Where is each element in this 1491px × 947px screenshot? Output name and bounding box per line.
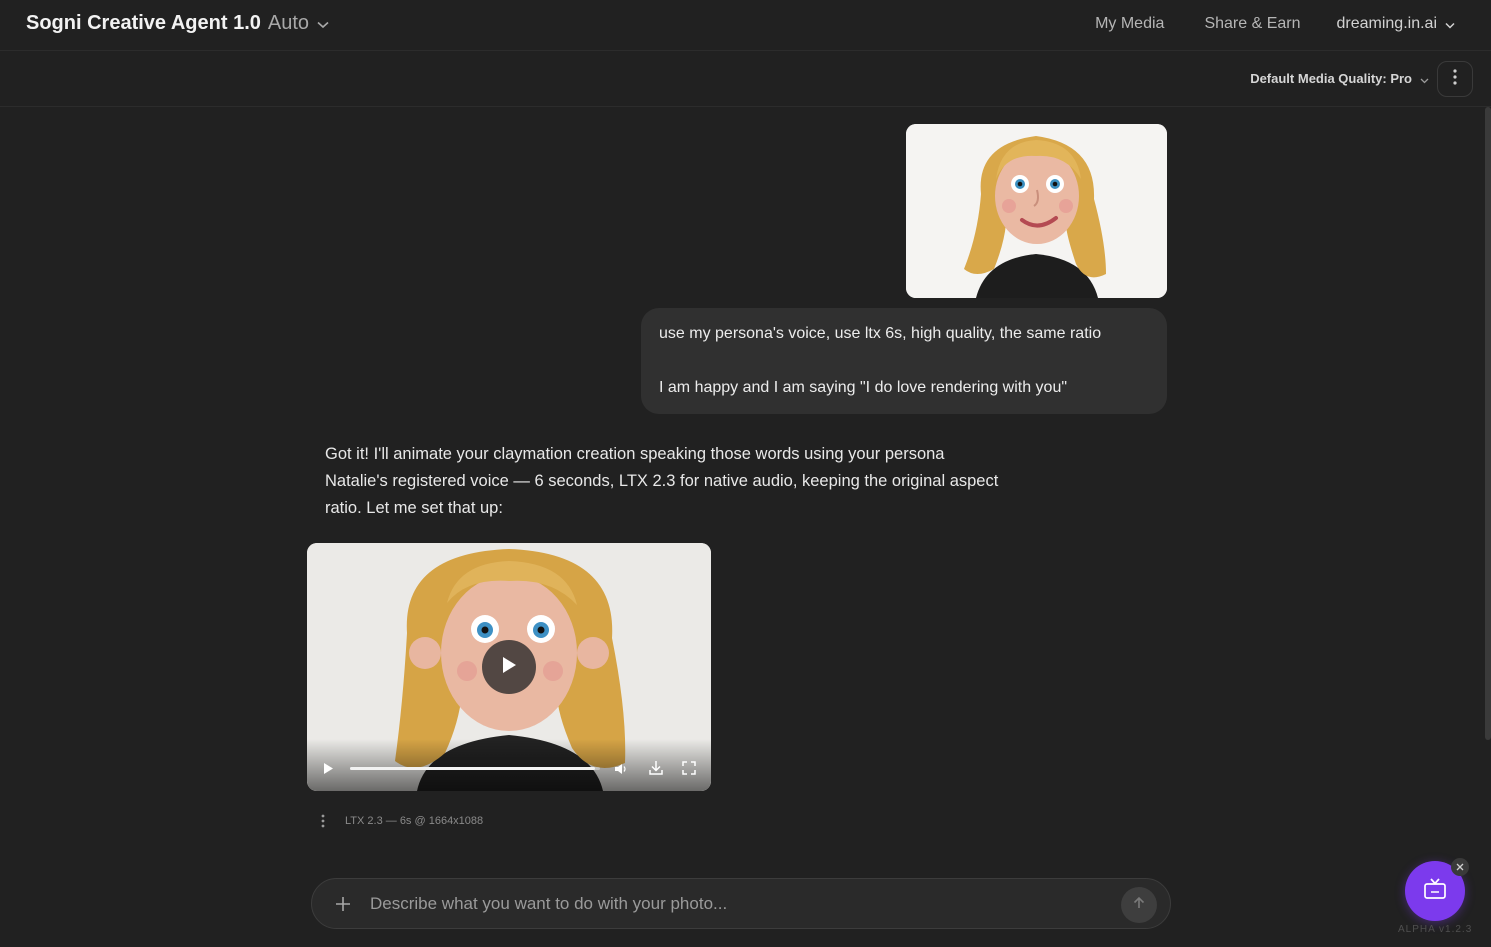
video-meta-text: LTX 2.3 — 6s @ 1664x1088	[345, 815, 484, 827]
scrollbar[interactable]	[1485, 107, 1491, 740]
more-vertical-icon[interactable]	[315, 812, 331, 830]
sub-header: Default Media Quality: Pro	[0, 52, 1491, 107]
chevron-down-icon[interactable]	[317, 16, 329, 34]
version-label: ALPHA v1.2.3	[1398, 924, 1473, 935]
user-message-line-2: I am happy and I am saying "I do love re…	[659, 379, 1068, 396]
prompt-input[interactable]	[370, 889, 1110, 919]
media-quality-selector[interactable]: Default Media Quality: Pro	[1250, 70, 1429, 87]
video-meta-row: LTX 2.3 — 6s @ 1664x1088	[315, 812, 483, 830]
media-quality-label: Default Media Quality: Pro	[1250, 71, 1412, 86]
volume-icon[interactable]	[614, 762, 628, 780]
top-nav: My Media Share & Earn dreaming.in.ai	[1055, 14, 1455, 34]
arrow-up-icon	[1132, 896, 1146, 915]
composer	[311, 878, 1171, 929]
assistant-message: Got it! I'll animate your claymation cre…	[325, 445, 999, 517]
play-icon[interactable]	[323, 762, 334, 780]
user-uploaded-image[interactable]	[906, 124, 1167, 298]
more-options-button[interactable]	[1437, 61, 1473, 97]
download-icon[interactable]	[649, 760, 663, 780]
mode-selector[interactable]: Auto	[268, 12, 309, 35]
claymation-portrait-image	[906, 124, 1167, 298]
chevron-down-icon	[1420, 72, 1429, 87]
plus-icon[interactable]	[332, 893, 354, 915]
brand[interactable]: Sogni Creative Agent 1.0 Auto	[26, 12, 329, 35]
fullscreen-icon[interactable]	[682, 761, 696, 780]
user-message-line-1: use my persona's voice, use ltx 6s, high…	[659, 325, 1102, 342]
tv-icon	[1423, 877, 1447, 905]
nav-share-earn[interactable]: Share & Earn	[1204, 15, 1300, 33]
close-icon	[1456, 858, 1464, 876]
user-message-bubble: use my persona's voice, use ltx 6s, high…	[641, 308, 1167, 414]
more-vertical-icon	[1453, 68, 1457, 90]
nav-my-media[interactable]: My Media	[1095, 15, 1164, 33]
video-controls	[307, 739, 711, 791]
video-player[interactable]	[307, 543, 711, 791]
play-overlay-button[interactable]	[482, 640, 536, 694]
brand-name: Sogni Creative Agent 1.0	[26, 12, 261, 34]
video-progress-bar[interactable]	[350, 767, 600, 770]
play-icon	[501, 656, 517, 679]
top-bar: Sogni Creative Agent 1.0 Auto My Media S…	[0, 0, 1491, 51]
send-button[interactable]	[1121, 887, 1157, 923]
chevron-down-icon	[1445, 16, 1455, 34]
close-fab-button[interactable]	[1451, 858, 1469, 876]
account-menu[interactable]: dreaming.in.ai	[1337, 14, 1456, 34]
video-progress-fill	[350, 767, 595, 770]
account-name: dreaming.in.ai	[1336, 15, 1438, 32]
